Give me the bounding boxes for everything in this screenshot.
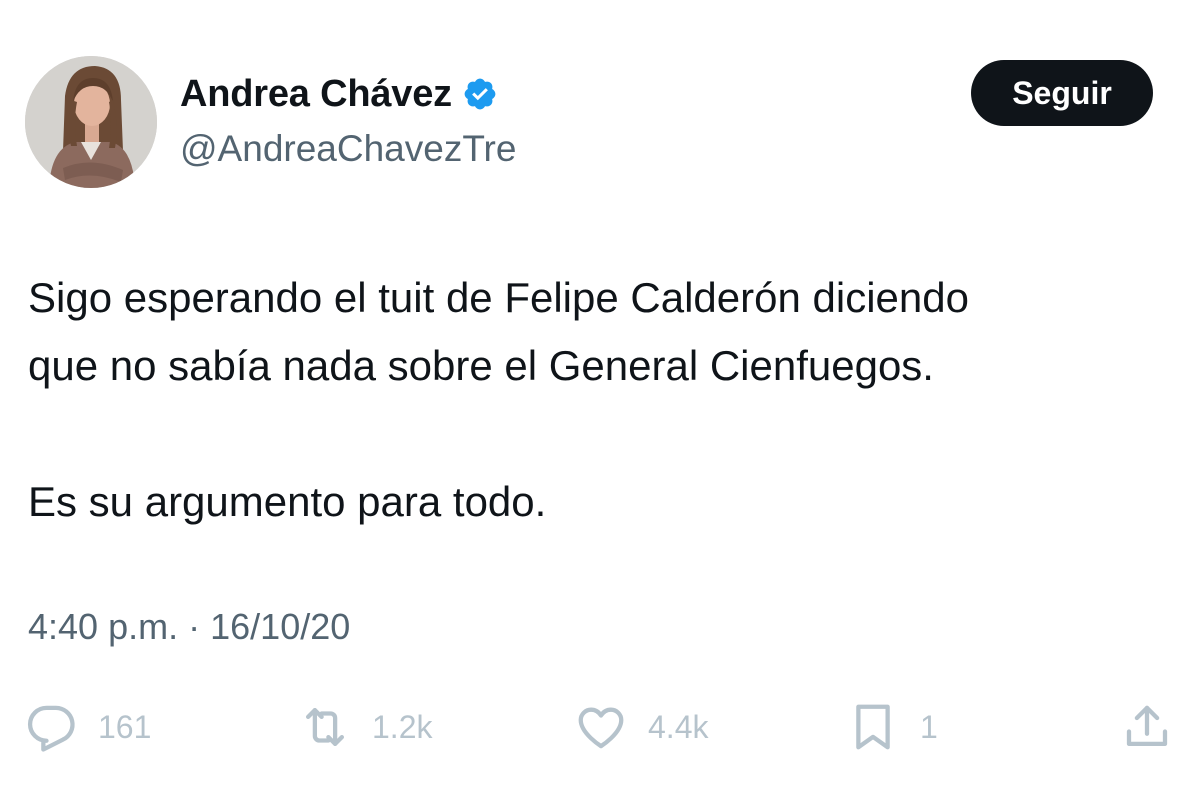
author-name-row: Andrea Chávez	[180, 70, 498, 118]
bookmark-icon	[856, 704, 890, 750]
reply-icon	[27, 705, 75, 752]
follow-button[interactable]: Seguir	[971, 60, 1153, 126]
meta-separator: ·	[188, 606, 201, 647]
tweet-text-line: Sigo esperando el tuit de Felipe Calderó…	[28, 274, 969, 321]
bookmark-count: 1	[920, 708, 938, 745]
reply-button[interactable]: 161	[24, 695, 151, 759]
tweet-time: 4:40 p.m.	[28, 606, 179, 647]
like-count: 4.4k	[648, 708, 709, 745]
tweet-timestamp[interactable]: 4:40 p.m. · 16/10/20	[28, 606, 350, 648]
tweet-text-line: que no sabía nada sobre el General Cienf…	[28, 342, 934, 389]
tweet-text: Sigo esperando el tuit de Felipe Calderó…	[28, 264, 1178, 536]
share-icon	[1126, 705, 1168, 747]
bookmark-button[interactable]: 1	[846, 695, 938, 759]
heart-icon	[578, 707, 624, 749]
share-button[interactable]	[1120, 695, 1174, 759]
like-button[interactable]: 4.4k	[574, 695, 708, 759]
tweet-card: Andrea Chávez @AndreaChavezTre Seguir Si…	[0, 0, 1200, 809]
retweet-icon	[305, 707, 345, 747]
author-handle[interactable]: @AndreaChavezTre	[180, 128, 516, 170]
tweet-text-line: Es su argumento para todo.	[28, 478, 547, 525]
verified-badge-icon	[464, 78, 496, 110]
retweet-count: 1.2k	[372, 708, 433, 745]
avatar-photo	[25, 56, 157, 188]
tweet-date: 16/10/20	[210, 606, 351, 647]
author-display-name[interactable]: Andrea Chávez	[180, 73, 452, 116]
tweet-actions-bar: 161 1.2k 4.4k 1	[0, 695, 1200, 759]
reply-count: 161	[98, 708, 152, 745]
avatar[interactable]	[25, 56, 157, 188]
retweet-button[interactable]: 1.2k	[298, 695, 432, 759]
